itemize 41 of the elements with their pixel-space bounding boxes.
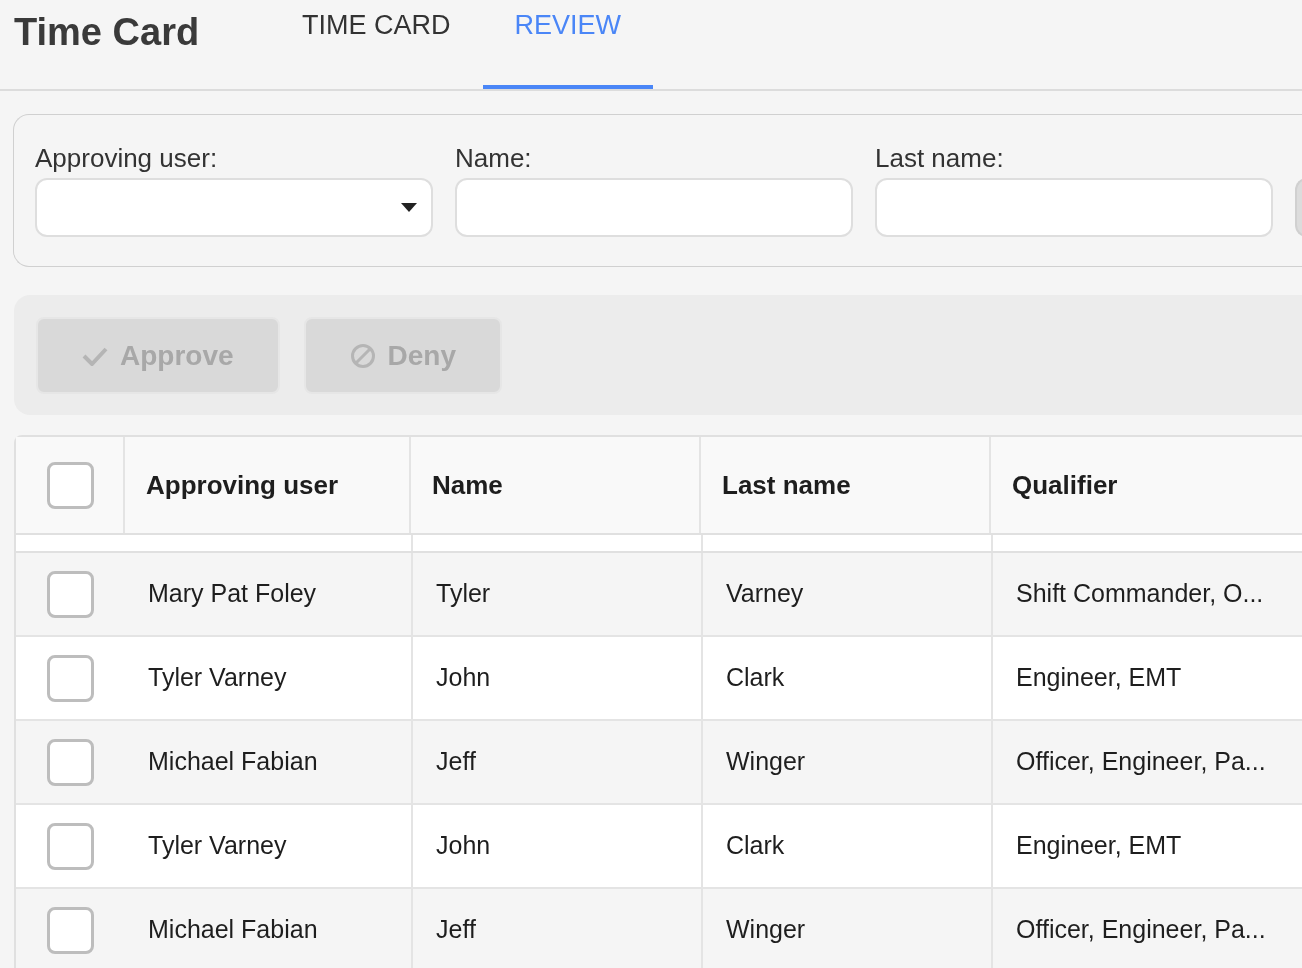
table-cell-text: Mary Pat Foley [147,578,318,610]
table-cell-text: Tyler Varney [147,830,288,862]
checkbox[interactable] [47,738,94,786]
column-header[interactable]: Last name [701,437,991,533]
column-header[interactable]: Name [411,437,701,533]
table-cell: Jeff [411,721,701,803]
field-label: Last name: [875,145,1005,175]
table-cell: John [411,805,701,887]
page-title: Time Card [14,13,201,51]
table-cell: Shift Commander, O... [991,553,1302,635]
block-icon [349,342,376,369]
table-cell: Winger [701,721,991,803]
field-label: Approving user: [35,145,219,175]
table-cell: Tyler [411,553,701,635]
check-icon [82,345,108,366]
table-cell: Officer, Engineer, Pa... [991,889,1302,968]
column-header[interactable]: Approving user [125,437,411,533]
table-cell: Engineer, EMT [991,805,1302,887]
table-cell-text: Michael Fabian [147,914,319,946]
checkbox[interactable] [47,461,94,509]
table-cell: Winger [701,889,991,968]
table-cell: Clark [701,805,991,887]
caret-icon [401,203,417,212]
table-cell: John [411,637,701,719]
checkbox[interactable] [47,570,94,618]
table-cell: Clark [701,637,991,719]
input-field[interactable] [875,178,1273,237]
table-cell-text: Tyler Varney [147,662,288,694]
table-cell: Varney [701,553,991,635]
tab[interactable]: TIME CARD [270,0,483,89]
checkbox[interactable] [47,822,94,870]
table-cell: Officer, Engineer, Pa... [991,721,1302,803]
table-cell: Jeff [411,889,701,968]
column-header[interactable]: Qualifier [991,437,1302,533]
table-cell-text: Michael Fabian [147,746,319,778]
table-cell: Engineer, EMT [991,637,1302,719]
checkbox[interactable] [47,906,94,954]
field-label: Name: [455,145,533,175]
checkbox[interactable] [47,654,94,702]
dropdown-field[interactable] [35,178,433,237]
input-field[interactable] [455,178,853,237]
